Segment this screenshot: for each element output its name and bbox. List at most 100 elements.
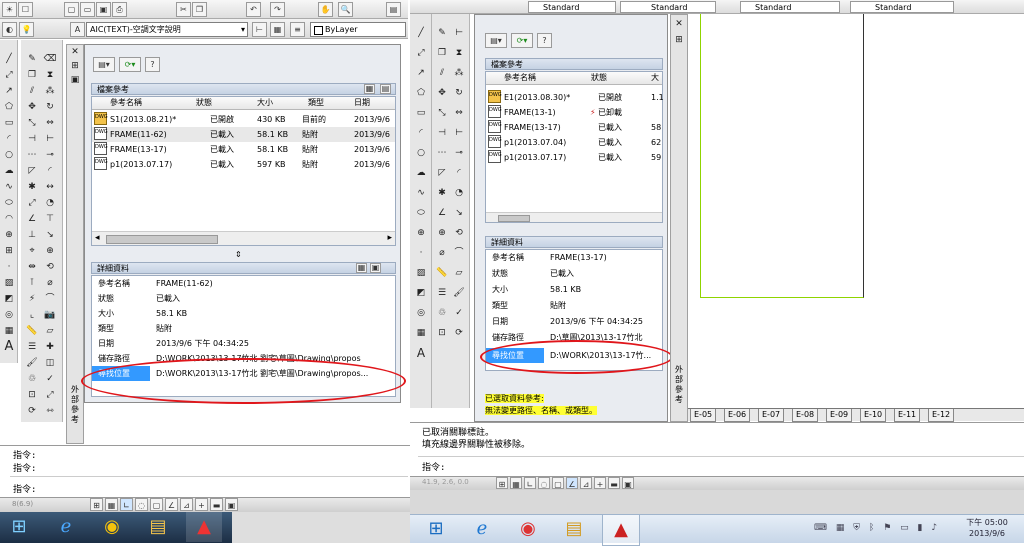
column-status[interactable]: 狀態 — [591, 72, 607, 84]
move-icon[interactable]: ✥ — [435, 86, 449, 100]
stretch-icon[interactable]: ⇔ — [43, 116, 57, 130]
radius-dim-icon[interactable]: ◔ — [43, 196, 57, 210]
layout-tab[interactable]: E-07 — [758, 409, 785, 422]
ie-browser-icon[interactable]: ℯ — [48, 512, 84, 542]
array-icon[interactable]: ⁂ — [452, 66, 466, 80]
chrome-browser-icon[interactable]: ◉ — [94, 512, 130, 542]
pencil-icon[interactable]: ✎ — [435, 26, 449, 40]
start-button-icon[interactable]: ⊞ — [2, 512, 36, 542]
quick-properties-icon[interactable]: ▣ — [622, 477, 634, 489]
style-dropdown-4[interactable]: Standard — [850, 1, 954, 13]
explode-icon[interactable]: ✱ — [435, 186, 449, 200]
preview-view-icon[interactable]: ▣ — [370, 263, 381, 273]
polyline-icon[interactable]: ↗ — [2, 84, 16, 98]
polygon-icon[interactable]: ⬠ — [2, 100, 16, 114]
table-row[interactable]: DWG S1(2013.08.21)* 已開啟 430 KB 目前的 2013/… — [92, 112, 395, 127]
autocad-app-icon[interactable]: ▲ — [602, 514, 640, 546]
break-icon[interactable]: ⋯ — [25, 148, 39, 162]
tree-view-icon[interactable]: ▤ — [380, 84, 391, 94]
zoom-window-icon[interactable]: ⊡ — [25, 388, 39, 402]
style-dropdown-2[interactable]: Standard — [620, 1, 716, 13]
diameter-dim-icon[interactable]: ⌀ — [435, 246, 449, 260]
insert-block-icon[interactable]: ⊕ — [2, 228, 16, 242]
layout-tab[interactable]: E-09 — [826, 409, 853, 422]
zoom-extents-icon[interactable]: ⤢ — [43, 388, 57, 402]
audit-icon[interactable]: ✓ — [452, 306, 466, 320]
table-icon[interactable]: ▦ — [2, 324, 16, 338]
dynamic-ucs-icon[interactable]: ⊿ — [580, 477, 592, 489]
help-icon[interactable]: ? — [537, 33, 552, 48]
palette-pin-icon[interactable]: ⊞ — [672, 33, 686, 47]
ellipse-arc-icon[interactable]: ◠ — [2, 212, 16, 226]
clock[interactable]: 下午 05:00 2013/9/6 — [958, 517, 1016, 539]
scroll-thumb[interactable] — [106, 235, 218, 244]
network-icon[interactable]: ▦ — [836, 523, 848, 533]
polar-tracking-icon[interactable]: ◌ — [135, 498, 148, 511]
fillet-icon[interactable]: ◜ — [452, 166, 466, 180]
layer-lightbulb-icon[interactable]: ☀ — [2, 2, 17, 17]
open-file-icon[interactable]: ▭ — [80, 2, 95, 17]
pan-icon[interactable]: ✋ — [318, 2, 333, 17]
object-snap-icon[interactable]: ▢ — [150, 498, 163, 511]
snap-mode-icon[interactable]: ⊞ — [90, 498, 103, 511]
polyline-icon[interactable]: ↗ — [414, 66, 428, 80]
table-style-icon[interactable]: ▦ — [270, 22, 285, 37]
column-status[interactable]: 狀態 — [196, 97, 212, 109]
column-date[interactable]: 日期 — [354, 97, 370, 109]
dim-update-icon[interactable]: ⟲ — [43, 260, 57, 274]
palette-pin-icon[interactable]: ⊞ — [68, 59, 82, 73]
construction-line-icon[interactable]: ⤢ — [2, 68, 16, 82]
leader-icon[interactable]: ↘ — [43, 228, 57, 242]
grid-display-icon[interactable]: ▦ — [510, 477, 522, 489]
stretch-icon[interactable]: ⇔ — [452, 106, 466, 120]
match-prop-icon[interactable]: 🖌 — [452, 286, 466, 300]
redo-icon[interactable]: ↷ — [270, 2, 285, 17]
extend-icon[interactable]: ⊢ — [43, 132, 57, 146]
scroll-left-icon[interactable]: ◂ — [95, 233, 100, 243]
revision-cloud-icon[interactable]: ☁ — [2, 164, 16, 178]
grid-display-icon[interactable]: ▦ — [105, 498, 118, 511]
construction-line-icon[interactable]: ⤢ — [414, 46, 428, 60]
hatch-icon[interactable]: ▨ — [2, 276, 16, 290]
signal-icon[interactable]: ▮ — [918, 523, 926, 533]
distance-icon[interactable]: ⇿ — [43, 404, 57, 418]
text-style-icon[interactable]: A — [70, 22, 85, 37]
region-icon[interactable]: ◎ — [2, 308, 16, 322]
aligned-dim-icon[interactable]: ⤢ — [25, 196, 39, 210]
purge-icon[interactable]: ♲ — [435, 306, 449, 320]
cmd-prompt[interactable]: 指令: — [13, 482, 36, 495]
ellipse-icon[interactable]: ⬭ — [2, 196, 16, 210]
mtext-icon[interactable]: A — [2, 340, 16, 354]
circle-icon[interactable]: ○ — [414, 146, 428, 160]
table-icon[interactable]: ▦ — [414, 326, 428, 340]
center-mark-icon[interactable]: ⊕ — [435, 226, 449, 240]
column-size[interactable]: 大小 — [257, 97, 273, 109]
table-row[interactable]: DWG FRAME(13-17) 已載入 58.1 KB 貼附 2013/9/6 — [92, 142, 395, 157]
horizontal-scrollbar[interactable]: ◂ ▸ — [92, 231, 395, 245]
continue-dim-icon[interactable]: ⊥ — [25, 228, 39, 242]
pencil-icon[interactable]: ✎ — [25, 52, 39, 66]
ie-browser-icon[interactable]: ℯ — [464, 514, 500, 544]
autocad-app-icon[interactable]: ▲ — [186, 512, 222, 542]
cut-icon[interactable]: ✂ — [176, 2, 191, 17]
baseline-dim-icon[interactable]: ⊤ — [43, 212, 57, 226]
layer-lock-icon[interactable]: ☐ — [18, 2, 33, 17]
layer-dropdown[interactable]: ByLayer — [310, 22, 406, 37]
layout-tab[interactable]: E-06 — [724, 409, 751, 422]
angular-dim-icon[interactable]: ∠ — [25, 212, 39, 226]
trim-icon[interactable]: ⊣ — [435, 126, 449, 140]
offset-icon[interactable]: ⫽ — [25, 84, 39, 98]
list-icon[interactable]: ☰ — [25, 340, 39, 354]
attach-dwg-icon[interactable]: ▤▾ — [93, 57, 115, 72]
layout-tab[interactable]: E-08 — [792, 409, 819, 422]
ordinate-dim-icon[interactable]: ⊺ — [25, 276, 39, 290]
details-view-icon[interactable]: ▦ — [356, 263, 367, 273]
spline-icon[interactable]: ∿ — [2, 180, 16, 194]
center-mark-icon[interactable]: ⊕ — [43, 244, 57, 258]
explode-icon[interactable]: ✱ — [25, 180, 39, 194]
trim-icon[interactable]: ⊣ — [25, 132, 39, 146]
table-row[interactable]: DWG FRAME(11-62) 已載入 58.1 KB 貼附 2013/9/6 — [92, 127, 395, 142]
linear-dim-icon[interactable]: ↔ — [43, 180, 57, 194]
arc-icon[interactable]: ◜ — [414, 126, 428, 140]
measure-icon[interactable]: 📏 — [25, 324, 39, 338]
